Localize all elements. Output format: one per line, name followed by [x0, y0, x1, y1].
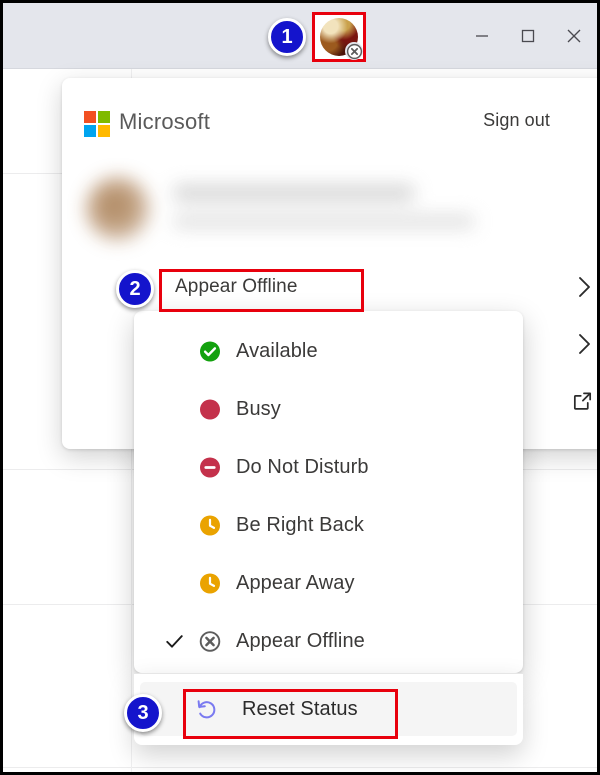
- external-link-icon: [573, 391, 592, 410]
- reset-status-row[interactable]: Reset Status: [140, 682, 517, 736]
- status-row-chevron: [575, 273, 594, 301]
- status-option-label: Busy: [236, 397, 281, 420]
- account-row-tertiary-external-link: [571, 389, 594, 412]
- reset-status-panel: Reset Status: [134, 673, 523, 745]
- avatar: [320, 18, 363, 60]
- avatar-status-badge: [345, 42, 363, 60]
- identity-block-blurred: [82, 171, 516, 247]
- busy-filled-circle-icon: [198, 397, 222, 421]
- chevron-right-icon: [579, 333, 590, 354]
- status-option-be-right-back[interactable]: Be Right Back: [134, 496, 523, 554]
- close-button[interactable]: [551, 3, 597, 69]
- status-option-label: Appear Away: [236, 571, 355, 594]
- identity-email-redacted: [174, 215, 474, 228]
- status-option-do-not-disturb[interactable]: Do Not Disturb: [134, 438, 523, 496]
- account-row-secondary-chevron: [575, 330, 594, 358]
- background-divider: [3, 767, 597, 768]
- screenshot-root: Microsoft Sign out Appear Offline Availa…: [0, 0, 600, 775]
- account-panel-header: Microsoft Sign out: [62, 78, 597, 156]
- reset-status-label: Reset Status: [242, 697, 358, 720]
- away-clock-icon: [198, 571, 222, 595]
- step-badge-2: 2: [116, 270, 154, 308]
- chevron-right-icon: [579, 276, 590, 297]
- status-option-appear-away[interactable]: Appear Away: [134, 554, 523, 612]
- status-option-appear-offline[interactable]: Appear Offline: [134, 612, 523, 670]
- status-row-label: Appear Offline: [175, 275, 298, 297]
- status-submenu: Available Busy Do Not Disturb Be Right B…: [134, 311, 523, 673]
- away-clock-icon: [198, 513, 222, 537]
- minimize-button[interactable]: [459, 3, 505, 69]
- account-avatar-button[interactable]: [312, 12, 366, 62]
- maximize-icon: [521, 29, 535, 42]
- maximize-button[interactable]: [505, 3, 551, 69]
- sign-out-link[interactable]: Sign out: [483, 110, 550, 131]
- status-option-label: Available: [236, 339, 318, 362]
- status-option-label: Appear Offline: [236, 629, 365, 652]
- status-option-busy[interactable]: Busy: [134, 380, 523, 438]
- microsoft-logo-icon: [84, 111, 110, 137]
- offline-x-circle-icon: [346, 43, 362, 59]
- minimize-icon: [476, 34, 488, 37]
- offline-x-circle-icon: [198, 629, 222, 653]
- status-option-label: Do Not Disturb: [236, 455, 369, 478]
- checkmark-icon: [163, 631, 185, 652]
- reset-undo-arrow-icon: [194, 696, 220, 722]
- status-option-available[interactable]: Available: [134, 322, 523, 380]
- step-badge-1: 1: [268, 18, 306, 56]
- brand-wordmark: Microsoft: [119, 109, 211, 134]
- identity-avatar: [86, 177, 150, 241]
- step-badge-3: 3: [124, 694, 162, 732]
- available-check-circle-icon: [198, 339, 222, 363]
- status-option-label: Be Right Back: [236, 513, 365, 536]
- menu-separator: [134, 673, 523, 674]
- dnd-minus-circle-icon: [198, 455, 222, 479]
- close-icon: [567, 29, 581, 42]
- identity-name-redacted: [174, 185, 414, 201]
